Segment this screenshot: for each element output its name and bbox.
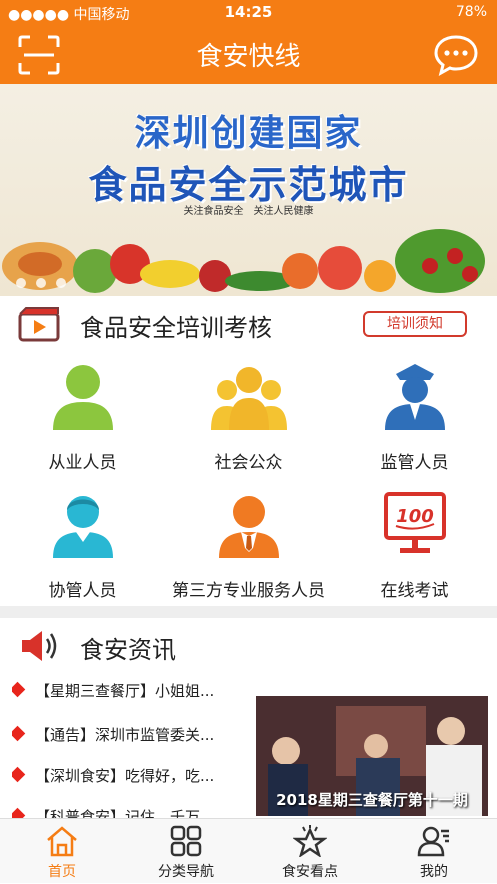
- nav-bar: 食安快线: [0, 26, 497, 84]
- training-item-assistant[interactable]: 协管人员: [0, 484, 165, 604]
- page-title: 食安快线: [196, 42, 301, 72]
- star-icon: [293, 825, 327, 857]
- tab-category[interactable]: 分类导航: [124, 819, 248, 884]
- training-item-label: 第三方专业服务人员: [172, 581, 325, 601]
- section-divider: [0, 606, 497, 618]
- training-item-exam[interactable]: 100 在线考试: [332, 484, 497, 604]
- banner-line2: 食品安全示范城市: [88, 163, 409, 207]
- list-item[interactable]: 【星期三查餐厅】小姐姐...: [12, 680, 248, 702]
- tab-profile[interactable]: 我的: [372, 819, 496, 884]
- news-photo[interactable]: 2018星期三查餐厅第十一期: [256, 696, 488, 816]
- banner-tagline: 关注食品安全 关注人民健康: [183, 206, 314, 217]
- professional-icon: [218, 496, 279, 558]
- status-bar: ●●●●● 中国移动 14:25 78%: [0, 0, 497, 26]
- carousel-dot[interactable]: [56, 278, 66, 288]
- carousel-dots[interactable]: [16, 278, 66, 288]
- section-title: 食安资讯: [80, 636, 176, 664]
- speaker-icon: [22, 631, 57, 661]
- training-header: 食品安全培训考核 培训须知: [0, 296, 497, 352]
- group-icon: [210, 367, 287, 430]
- fruit-illustration: [2, 229, 485, 293]
- clock: 14:25: [224, 3, 273, 21]
- section-title: 食品安全培训考核: [80, 314, 272, 342]
- training-item-label: 从业人员: [48, 453, 117, 473]
- tab-label: 分类导航: [158, 864, 214, 880]
- tab-highlights[interactable]: 食安看点: [248, 819, 372, 884]
- person-icon: [52, 365, 113, 430]
- svg-text:100: 100: [396, 506, 434, 527]
- news-header: 食安资讯: [0, 618, 497, 674]
- news-title: 【通告】深圳市监管委关...: [35, 726, 215, 744]
- officer-icon: [384, 364, 445, 430]
- training-item-label: 社会公众: [214, 453, 283, 473]
- carousel-dot[interactable]: [36, 278, 46, 288]
- bullet-icon: [12, 766, 26, 783]
- tab-home[interactable]: 首页: [0, 819, 124, 884]
- training-item-worker[interactable]: 从业人员: [0, 356, 165, 476]
- training-item-label: 协管人员: [48, 581, 117, 601]
- training-item-public[interactable]: 社会公众: [166, 356, 331, 476]
- promo-banner[interactable]: 深圳创建国家 食品安全示范城市 关注食品安全 关注人民健康: [0, 84, 497, 296]
- photo-caption: 2018星期三查餐厅第十一期: [276, 791, 468, 809]
- assistant-icon: [52, 496, 113, 558]
- list-item[interactable]: 【深圳食安】吃得好，吃...: [12, 765, 248, 787]
- tab-label: 食安看点: [282, 864, 338, 880]
- news-title: 【深圳食安】吃得好，吃...: [35, 767, 215, 785]
- tab-bar: 首页 分类导航 食安看点 我的: [0, 818, 497, 883]
- training-item-professional[interactable]: 第三方专业服务人员: [166, 484, 331, 604]
- training-item-label: 在线考试: [380, 581, 449, 601]
- banner-line1: 深圳创建国家: [134, 113, 363, 154]
- battery-label: 78%: [455, 4, 487, 20]
- carousel-dot[interactable]: [16, 278, 26, 288]
- bullet-icon: [12, 725, 26, 742]
- training-item-supervisor[interactable]: 监管人员: [332, 356, 497, 476]
- training-notice-button[interactable]: 培训须知: [363, 311, 467, 337]
- grid-icon: [170, 825, 202, 857]
- video-icon: [18, 307, 60, 342]
- tab-label: 首页: [48, 864, 76, 880]
- training-item-label: 监管人员: [380, 453, 449, 473]
- list-item[interactable]: 【通告】深圳市监管委关...: [12, 724, 248, 746]
- chat-bubble-icon[interactable]: [433, 34, 479, 76]
- profile-icon: [417, 826, 449, 857]
- news-title: 【星期三查餐厅】小姐姐...: [35, 682, 215, 700]
- training-grid: 从业人员 社会公众 监管人员 协管人员 第三方专业服务人员 100 在线考试: [0, 356, 497, 606]
- exam-icon: 100: [383, 492, 446, 553]
- bullet-icon: [12, 681, 26, 698]
- home-icon: [47, 826, 77, 857]
- tab-label: 我的: [420, 864, 448, 880]
